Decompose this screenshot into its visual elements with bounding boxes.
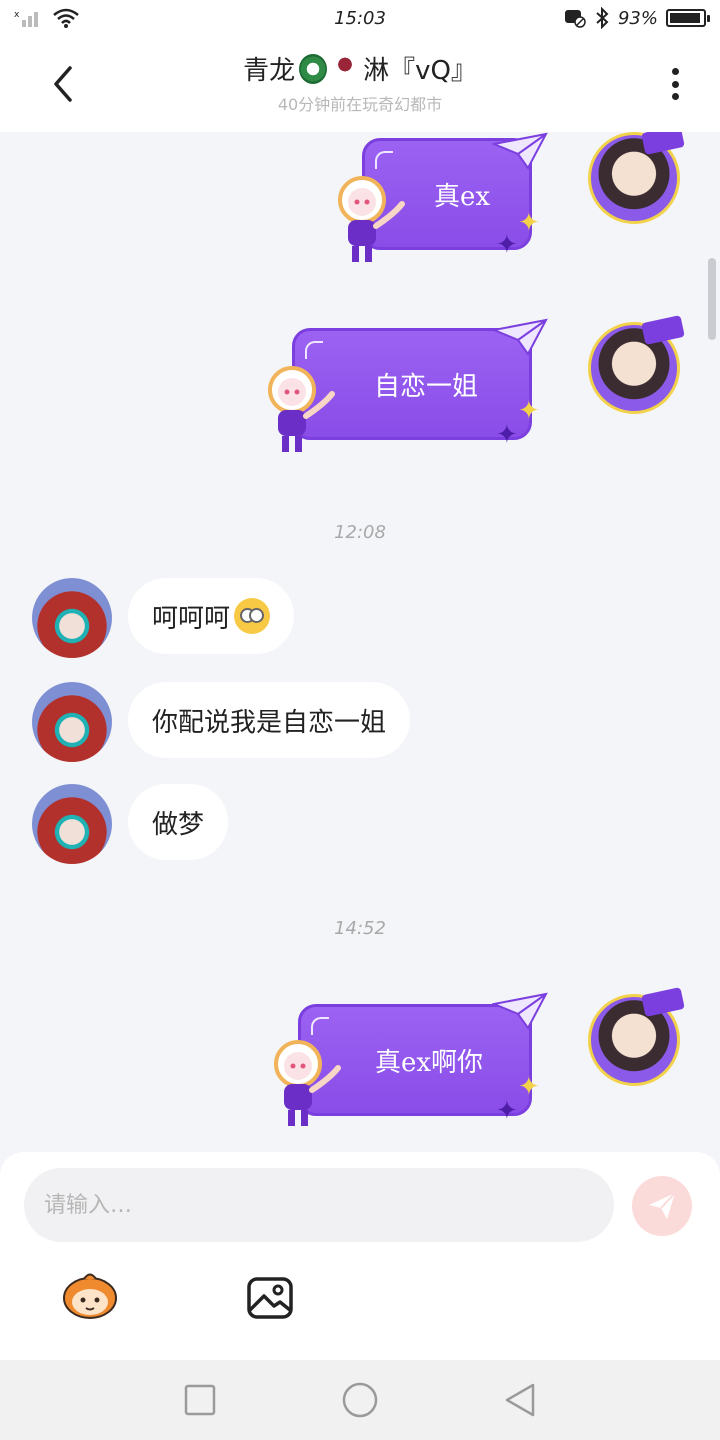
recents-icon [184,1384,216,1416]
contact-name: 青龙 淋『vQ』 [160,50,560,87]
sparkle-icon: ✦ [496,230,518,260]
status-right: 93% [506,7,710,29]
contact-name-part2: 淋『vQ』 [363,56,477,86]
more-icon-dot [671,80,679,88]
battery-fill [670,13,700,23]
chat-title-area: 青龙 淋『vQ』 40分钟前在玩奇幻都市 [160,50,560,115]
message-text: 做梦 [152,809,205,840]
back-triangle-icon [505,1383,535,1417]
message-text: 真ex啊你 [374,1047,484,1078]
rose-emoji-icon [331,53,360,84]
message-text: 呵呵呵 [152,603,231,634]
contact-avatar[interactable] [32,784,112,864]
bubble-mascot [274,1040,341,1126]
bubble-mascot [338,176,405,262]
sparkle-icon: ✦ [518,396,540,426]
message-status-icon [564,10,586,28]
chat-header: 青龙 淋『vQ』 40分钟前在玩奇幻都市 [0,36,720,132]
more-button[interactable] [660,62,690,106]
sparkle-icon: ✦ [496,420,518,450]
contact-avatar[interactable] [32,682,112,762]
sparkle-icon: ✦ [518,208,540,238]
contact-name-part1: 青龙 [243,56,296,86]
svg-text:x: x [14,10,20,20]
back-nav-button[interactable] [500,1380,540,1420]
send-icon [649,1192,676,1219]
home-button[interactable] [340,1380,380,1420]
message-text: 你配说我是自恋一姐 [152,707,387,738]
eye-roll-emoji-icon [234,598,271,634]
sticker-icon[interactable] [60,1270,120,1320]
avatar-badge [641,315,685,345]
more-icon [671,68,679,75]
system-nav-bar [0,1360,720,1440]
signal-icon: x [14,10,38,27]
my-avatar[interactable] [588,315,685,414]
message-text: 真ex [433,181,491,212]
status-left: x [14,8,214,28]
composer-panel [0,1152,720,1360]
message-input[interactable] [24,1168,614,1242]
recents-button[interactable] [180,1380,220,1420]
my-avatar[interactable] [588,987,685,1086]
back-icon [54,66,72,102]
sparkle-icon: ✦ [518,1072,540,1102]
wifi-icon [53,8,79,28]
dragon-emoji-icon [299,53,328,84]
battery-percent: 93% [617,7,658,29]
image-icon[interactable] [246,1276,294,1320]
status-time: 15:03 [334,7,386,29]
paper-plane-icon [492,992,548,1030]
avatar-badge [641,987,685,1017]
my-avatar[interactable] [588,132,685,224]
paper-plane-icon [492,318,548,356]
back-button[interactable] [40,60,84,108]
contact-status: 40分钟前在玩奇幻都市 [277,95,443,114]
home-icon [342,1382,378,1418]
status-bar: x 15:03 93% [0,0,720,36]
message-timestamp: 12:08 [334,522,386,543]
more-icon-dot [671,93,679,100]
battery-icon [666,9,710,27]
avatar-badge [641,132,685,155]
incoming-message[interactable]: 做梦 [128,784,229,860]
send-button[interactable] [632,1176,692,1236]
contact-avatar[interactable] [32,578,112,658]
message-text: 自恋一姐 [373,371,478,402]
sparkle-icon: ✦ [496,1096,518,1126]
bubble-mascot [268,366,335,452]
incoming-message[interactable]: 呵呵呵 [128,578,295,654]
bluetooth-icon [596,7,609,29]
chat-messages[interactable]: 真ex ✦ ✦ 自恋一姐 ✦ ✦ 12:08 呵呵呵 你配说我是自恋一姐 做梦 … [0,132,720,1152]
scrollbar[interactable] [708,258,716,340]
paper-plane-icon [492,132,548,170]
message-timestamp: 14:52 [334,918,386,939]
incoming-message[interactable]: 你配说我是自恋一姐 [128,682,411,758]
